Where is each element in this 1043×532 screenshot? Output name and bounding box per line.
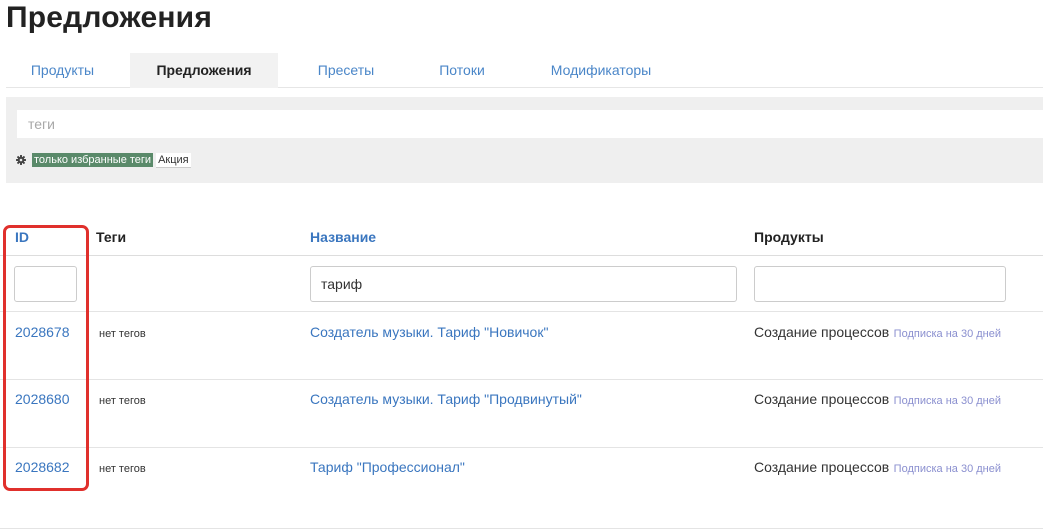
offer-products: Создание процессов Подписка на 30 дней [754, 389, 1019, 411]
page-title: Предложения [6, 1, 213, 34]
column-header-name[interactable]: Название [310, 229, 376, 245]
offer-id-link[interactable]: 2028682 [15, 459, 70, 475]
offer-tags: нет тегов [99, 463, 146, 475]
tab-modifiers[interactable]: Модификаторы [518, 53, 684, 88]
tab-streams[interactable]: Потоки [406, 53, 518, 88]
tab-bar: Продукты Предложения Пресеты Потоки Моди… [6, 53, 1043, 88]
offer-id-link[interactable]: 2028680 [15, 391, 70, 407]
offer-name-link[interactable]: Создатель музыки. Тариф "Новичок" [310, 324, 548, 340]
offer-tags: нет тегов [99, 328, 146, 340]
tag-chip-promo[interactable]: Акция [156, 152, 191, 168]
tag-filter-row: только избранные теги Акция [16, 152, 194, 168]
tab-presets[interactable]: Пресеты [286, 53, 406, 88]
row-divider [0, 379, 1043, 380]
tab-offers[interactable]: Предложения [130, 53, 278, 88]
offer-name-link[interactable]: Создатель музыки. Тариф "Продвинутый" [310, 391, 582, 407]
products-filter-input[interactable] [754, 266, 1006, 302]
product-name: Создание процессов [754, 324, 890, 340]
filter-panel: только избранные теги Акция [6, 97, 1043, 183]
row-divider [0, 447, 1043, 448]
column-header-tags: Теги [96, 229, 127, 245]
offer-products: Создание процессов Подписка на 30 дней [754, 457, 1019, 479]
offer-tags: нет тегов [99, 395, 146, 407]
product-detail: Подписка на 30 дней [893, 328, 1001, 340]
product-detail: Подписка на 30 дней [893, 463, 1001, 475]
product-name: Создание процессов [754, 459, 890, 475]
table-header-divider [0, 255, 1043, 256]
offer-products: Создание процессов Подписка на 30 дней [754, 322, 1019, 344]
name-filter-input[interactable] [310, 266, 737, 302]
offer-id-link[interactable]: 2028678 [15, 324, 70, 340]
id-filter-input[interactable] [14, 266, 77, 302]
row-divider [0, 311, 1043, 312]
tags-filter-input[interactable] [17, 110, 1043, 138]
column-header-id[interactable]: ID [15, 229, 29, 245]
offer-name-link[interactable]: Тариф "Профессионал" [310, 459, 465, 475]
product-detail: Подписка на 30 дней [893, 395, 1001, 407]
tab-products[interactable]: Продукты [6, 53, 119, 88]
gear-icon[interactable] [16, 155, 26, 165]
id-column-highlight [3, 225, 89, 491]
tag-chip-favorites-only[interactable]: только избранные теги [32, 153, 154, 167]
row-divider [0, 528, 1043, 529]
product-name: Создание процессов [754, 391, 890, 407]
column-header-products: Продукты [754, 229, 824, 245]
